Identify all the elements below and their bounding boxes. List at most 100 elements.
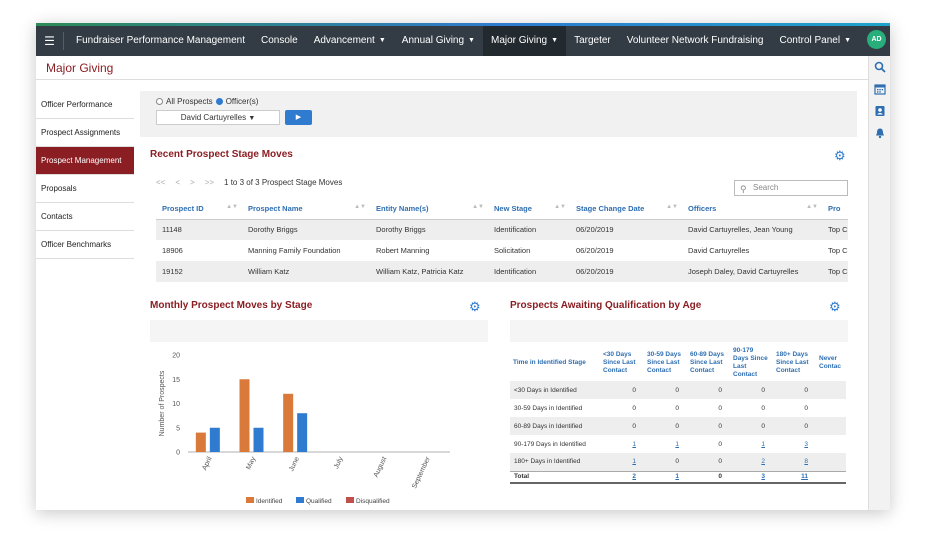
total-value[interactable]: 3 [730,470,773,484]
column-header[interactable]: Never Contac [816,345,846,381]
cell-value[interactable]: 1 [600,453,644,471]
calendar-icon[interactable] [869,78,890,100]
cell-value[interactable]: 3 [773,435,816,453]
prospect-filter-radios: All Prospects Officer(s) [156,97,258,106]
cell-value[interactable]: 1 [730,435,773,453]
total-value[interactable]: 1 [644,470,687,484]
officers-radio[interactable] [215,98,223,105]
cell-value[interactable]: 2 [730,453,773,471]
gear-icon[interactable]: ⚙ [834,149,846,162]
legend-swatch-identified [246,497,254,503]
table-row: 18906 Manning Family Foundation Robert Man… [156,240,848,261]
sort-icon[interactable]: ▲▼ [472,204,484,210]
total-value[interactable]: 11 [773,470,816,484]
cell-value[interactable]: 1 [600,435,644,453]
column-header[interactable]: Entity Name(s) ▲▼ [370,199,488,220]
column-header[interactable]: 90-179 Days Since Last Contact [730,345,773,381]
nav-item-major-giving[interactable]: Major Giving ▼ [482,26,567,56]
nav-item-advancement[interactable]: Advancement ▼ [306,26,394,56]
count-value: 0 [632,422,636,430]
cell-value: 0 [687,399,730,417]
column-header[interactable]: Officers ▲▼ [682,199,822,220]
sidebar-item-prospect-management[interactable]: Prospect Management [36,147,134,175]
search-input[interactable]: ⚲ Search [734,180,848,196]
count-link[interactable]: 8 [804,458,808,465]
bar-identified-may [239,379,250,452]
bell-icon[interactable] [869,122,890,144]
bar-identified-april [195,432,206,452]
cell-value: 0 [600,417,644,435]
cell-value[interactable]: 8 [773,453,816,471]
count-value: 0 [804,404,808,412]
cell-officers: Joseph Daley, David Cartuyrelles [682,261,822,282]
column-header-label: New Stage [494,204,532,214]
next-page-button[interactable]: > [190,178,195,187]
total-value[interactable]: 2 [600,470,644,484]
cell-entities[interactable]: William Katz, Patricia Katz [370,261,488,282]
sort-icon[interactable]: ▲▼ [666,204,678,210]
column-header[interactable]: Prospect ID ▲▼ [156,199,242,220]
cell-entities[interactable]: Dorothy Briggs [370,219,488,240]
cell-id[interactable]: 18906 [156,240,242,261]
first-page-button[interactable]: << [156,178,165,187]
nav-item-targeter[interactable]: Targeter [566,26,619,56]
contact-card-icon[interactable] [869,100,890,122]
cell-entities[interactable]: Robert Manning [370,240,488,261]
nav-item-annual-giving[interactable]: Annual Giving ▼ [394,26,483,56]
menu-icon[interactable]: ☰ [36,32,64,50]
count-link[interactable]: 3 [804,441,808,448]
sidebar-item-officer-performance[interactable]: Officer Performance [36,91,134,119]
column-header[interactable]: Stage Change Date ▲▼ [570,199,682,220]
sort-icon[interactable]: ▲▼ [806,204,818,210]
gear-icon[interactable]: ⚙ [829,300,841,313]
avatar[interactable]: AD [867,30,886,49]
sidebar-item-proposals[interactable]: Proposals [36,175,134,203]
all-prospects-radio[interactable] [156,98,163,105]
sidebar-item-officer-benchmarks[interactable]: Officer Benchmarks [36,231,134,259]
monthly-moves-chart: 0 5 10 15 20 Number of Prospects April May June J… [159,353,450,505]
column-header[interactable]: Prospect Name ▲▼ [242,199,370,220]
column-header[interactable]: <30 Days Since Last Contact [600,345,644,381]
total-link[interactable]: 11 [801,473,808,480]
awaiting-table: Time in Identified Stage <30 Days Since L… [510,345,846,484]
count-link[interactable]: 1 [632,458,636,465]
sort-icon[interactable]: ▲▼ [554,204,566,210]
total-link[interactable]: 2 [632,473,636,480]
cell-id[interactable]: 11148 [156,219,242,240]
prev-page-button[interactable]: < [175,178,180,187]
column-header[interactable]: Time in Identified Stage [510,345,600,381]
nav-item-volunteer-network-fundraising[interactable]: Volunteer Network Fundraising [619,26,772,56]
sort-icon[interactable]: ▲▼ [226,204,238,210]
nav-item-control-panel[interactable]: Control Panel ▼ [772,26,860,56]
last-page-button[interactable]: >> [205,178,214,187]
total-link[interactable]: 1 [675,473,679,480]
cell-id[interactable]: 19152 [156,261,242,282]
count-link[interactable]: 2 [761,458,765,465]
gear-icon[interactable]: ⚙ [469,300,481,313]
cell-empty [816,399,846,417]
cell-value: 0 [600,381,644,399]
column-header[interactable]: New Stage ▲▼ [488,199,570,220]
search-icon[interactable] [869,56,890,78]
total-link[interactable]: 3 [761,473,765,480]
nav-item-fundraiser-performance-management[interactable]: Fundraiser Performance Management [68,26,253,56]
sort-icon[interactable]: ▲▼ [354,204,366,210]
count-link[interactable]: 1 [675,441,679,448]
count-link[interactable]: 1 [632,441,636,448]
search-icon: ⚲ [740,184,747,194]
count-value: 0 [718,404,722,412]
count-link[interactable]: 1 [761,441,765,448]
legend-swatch-qualified [296,497,304,503]
apply-filter-button[interactable]: ▶ [285,110,312,125]
column-header[interactable]: 180+ Days Since Last Contact [773,345,816,381]
sidebar-item-contacts[interactable]: Contacts [36,203,134,231]
cell-stage: Identification [488,261,570,282]
nav-item-console[interactable]: Console [253,26,306,56]
column-header[interactable]: 60-89 Days Since Last Contact [687,345,730,381]
sidebar-item-prospect-assignments[interactable]: Prospect Assignments [36,119,134,147]
column-header[interactable]: 30-59 Days Since Last Contact [644,345,687,381]
caret-down-icon: ▼ [844,37,852,44]
column-header[interactable]: Pro [822,199,848,220]
officer-select[interactable]: David Cartuyrelles ▼ [156,110,280,125]
cell-value[interactable]: 1 [644,435,687,453]
